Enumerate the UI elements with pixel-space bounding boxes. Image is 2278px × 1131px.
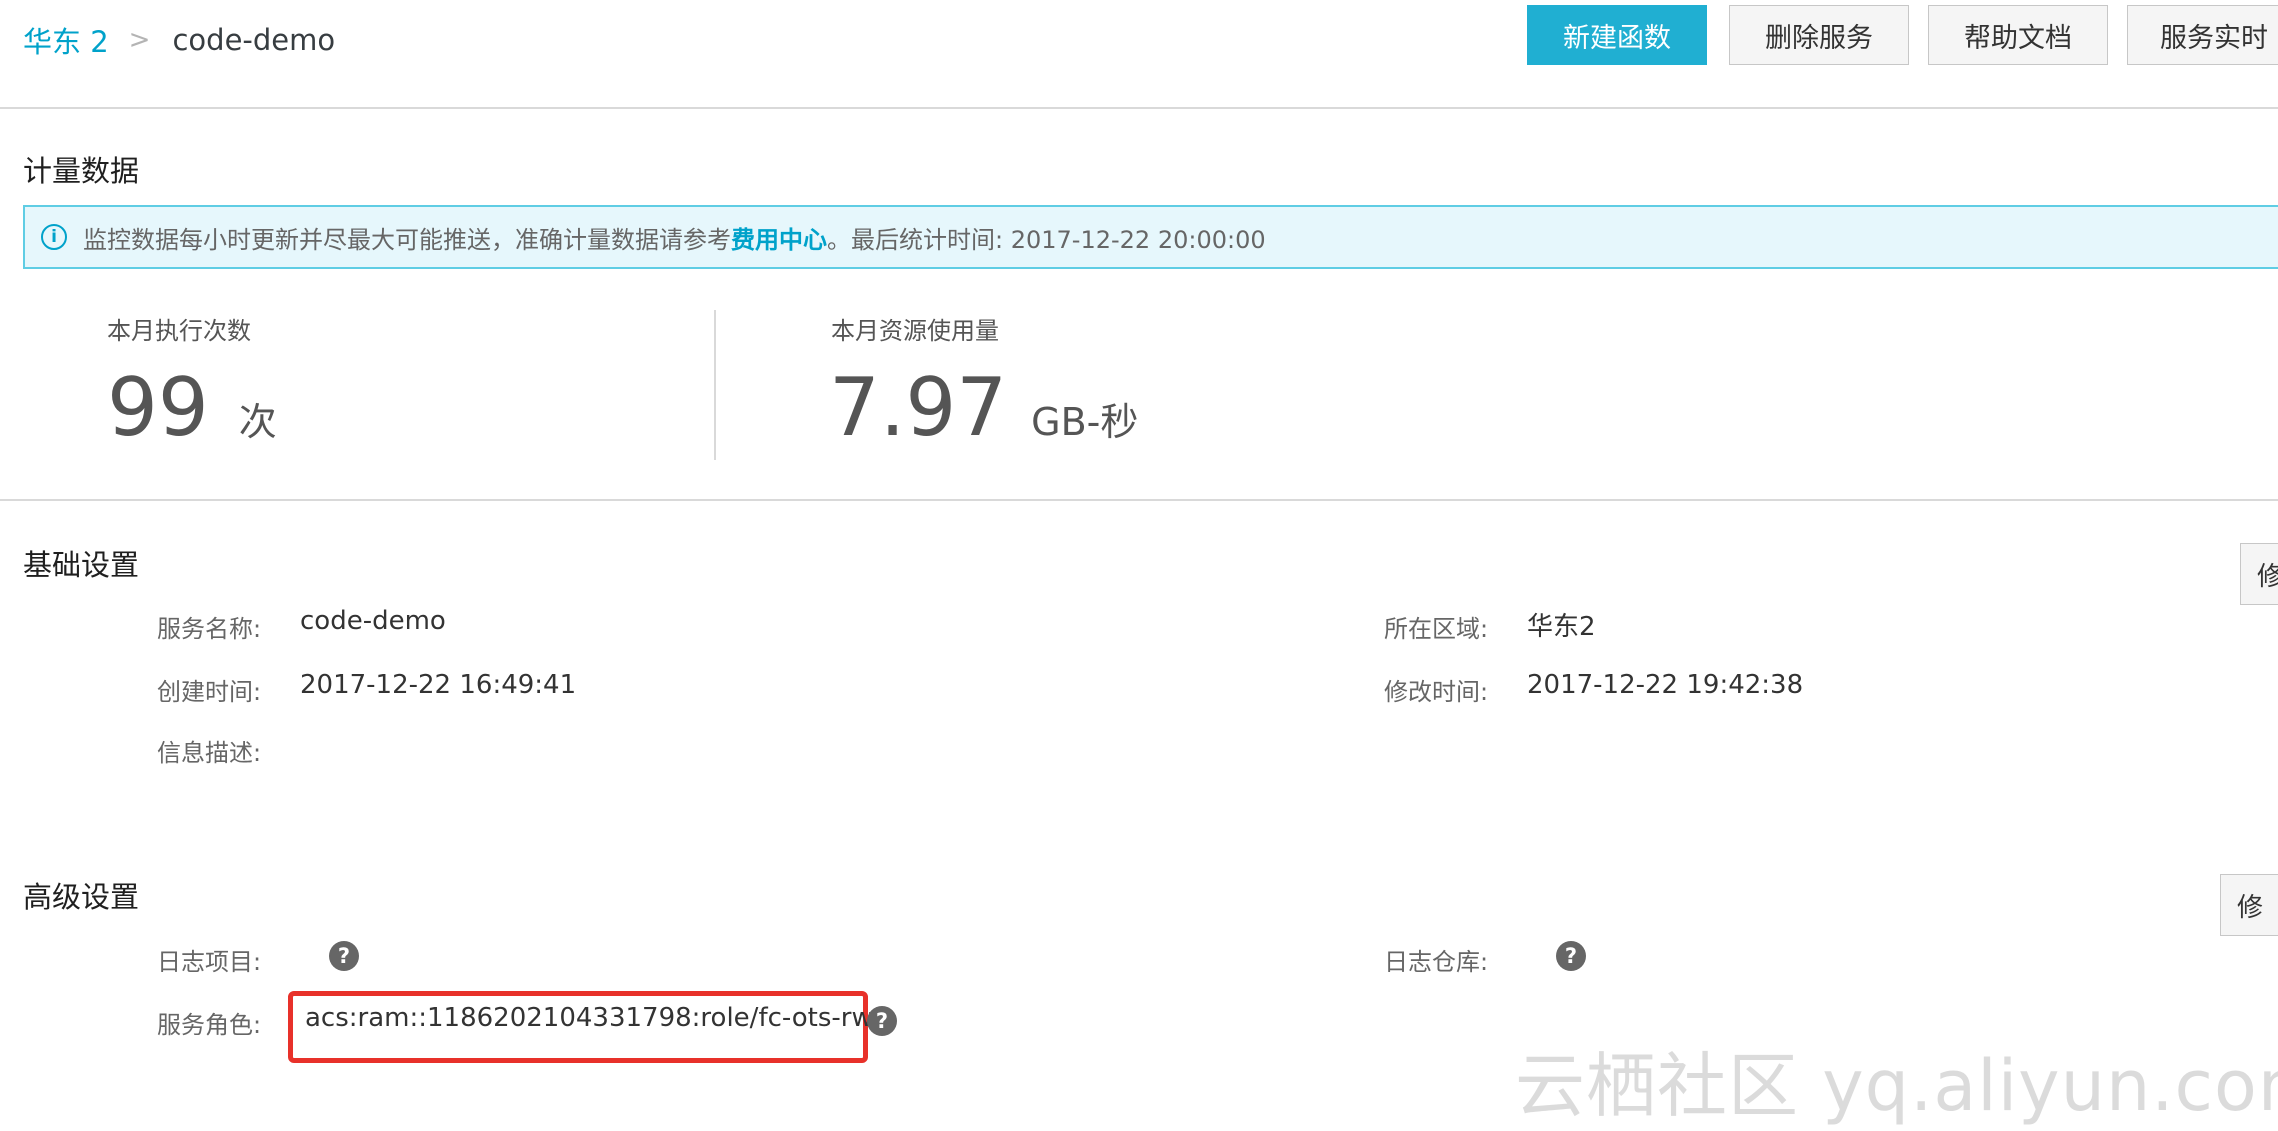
basic-edit-button[interactable]: 修 (2240, 543, 2278, 605)
modified-time-value: 2017-12-22 19:42:38 (1527, 670, 1804, 700)
description-label: 信息描述: (157, 739, 262, 767)
watermark: 云栖社区 yq.aliyun.com (1515, 1045, 2278, 1127)
new-function-button[interactable]: 新建函数 (1527, 5, 1707, 65)
invocations-label: 本月执行次数 (107, 317, 251, 345)
delete-service-button[interactable]: 删除服务 (1729, 5, 1909, 65)
service-name-label: 服务名称: (157, 615, 262, 643)
invocations-value: 99 (107, 361, 209, 454)
help-docs-button[interactable]: 帮助文档 (1928, 5, 2108, 65)
advanced-settings-title: 高级设置 (23, 880, 140, 914)
metering-section-title: 计量数据 (23, 154, 140, 188)
breadcrumb-service-name: code-demo (172, 23, 336, 57)
breadcrumb: 华东 2 > code-demo (23, 14, 335, 66)
usage-label: 本月资源使用量 (831, 317, 999, 345)
advanced-edit-button[interactable]: 修 (2220, 874, 2278, 936)
service-role-value: acs:ram::1186202104331798:role/fc-ots-rw (305, 1003, 873, 1033)
modified-time-label: 修改时间: (1384, 678, 1489, 706)
billing-center-link[interactable]: 费用中心 (731, 220, 827, 255)
log-project-label: 日志项目: (157, 948, 262, 976)
logstore-label: 日志仓库: (1384, 948, 1489, 976)
breadcrumb-region-link[interactable]: 华东 2 (23, 19, 109, 61)
chevron-right-icon: > (128, 25, 151, 55)
realtime-monitor-button[interactable]: 服务实时 (2127, 5, 2278, 65)
created-time-value: 2017-12-22 16:49:41 (300, 670, 577, 700)
info-banner: i 监控数据每小时更新并尽最大可能推送，准确计量数据请参考 费用中心 。最后统计… (23, 205, 2278, 269)
info-icon: i (41, 224, 67, 250)
invocations-stat: 99 次 (107, 368, 277, 448)
service-role-label: 服务角色: (157, 1011, 262, 1039)
banner-last-updated: 。最后统计时间: 2017-12-22 20:00:00 (827, 225, 1266, 254)
usage-stat: 7.97 GB-秒 (829, 368, 1138, 448)
created-time-label: 创建时间: (157, 678, 262, 706)
question-icon[interactable]: ? (1556, 941, 1586, 971)
basic-settings-title: 基础设置 (23, 548, 140, 582)
question-icon[interactable]: ? (329, 941, 359, 971)
region-value: 华东2 (1527, 612, 1596, 642)
region-label: 所在区域: (1384, 615, 1489, 643)
invocations-unit: 次 (238, 400, 277, 444)
banner-text: 监控数据每小时更新并尽最大可能推送，准确计量数据请参考 (83, 225, 731, 254)
usage-value: 7.97 (829, 361, 1008, 454)
question-icon[interactable]: ? (867, 1006, 897, 1036)
service-name-value: code-demo (300, 606, 446, 636)
metering-divider (0, 499, 2278, 501)
stats-divider (714, 310, 716, 460)
usage-unit: GB-秒 (1031, 400, 1139, 444)
header-divider (0, 107, 2278, 109)
